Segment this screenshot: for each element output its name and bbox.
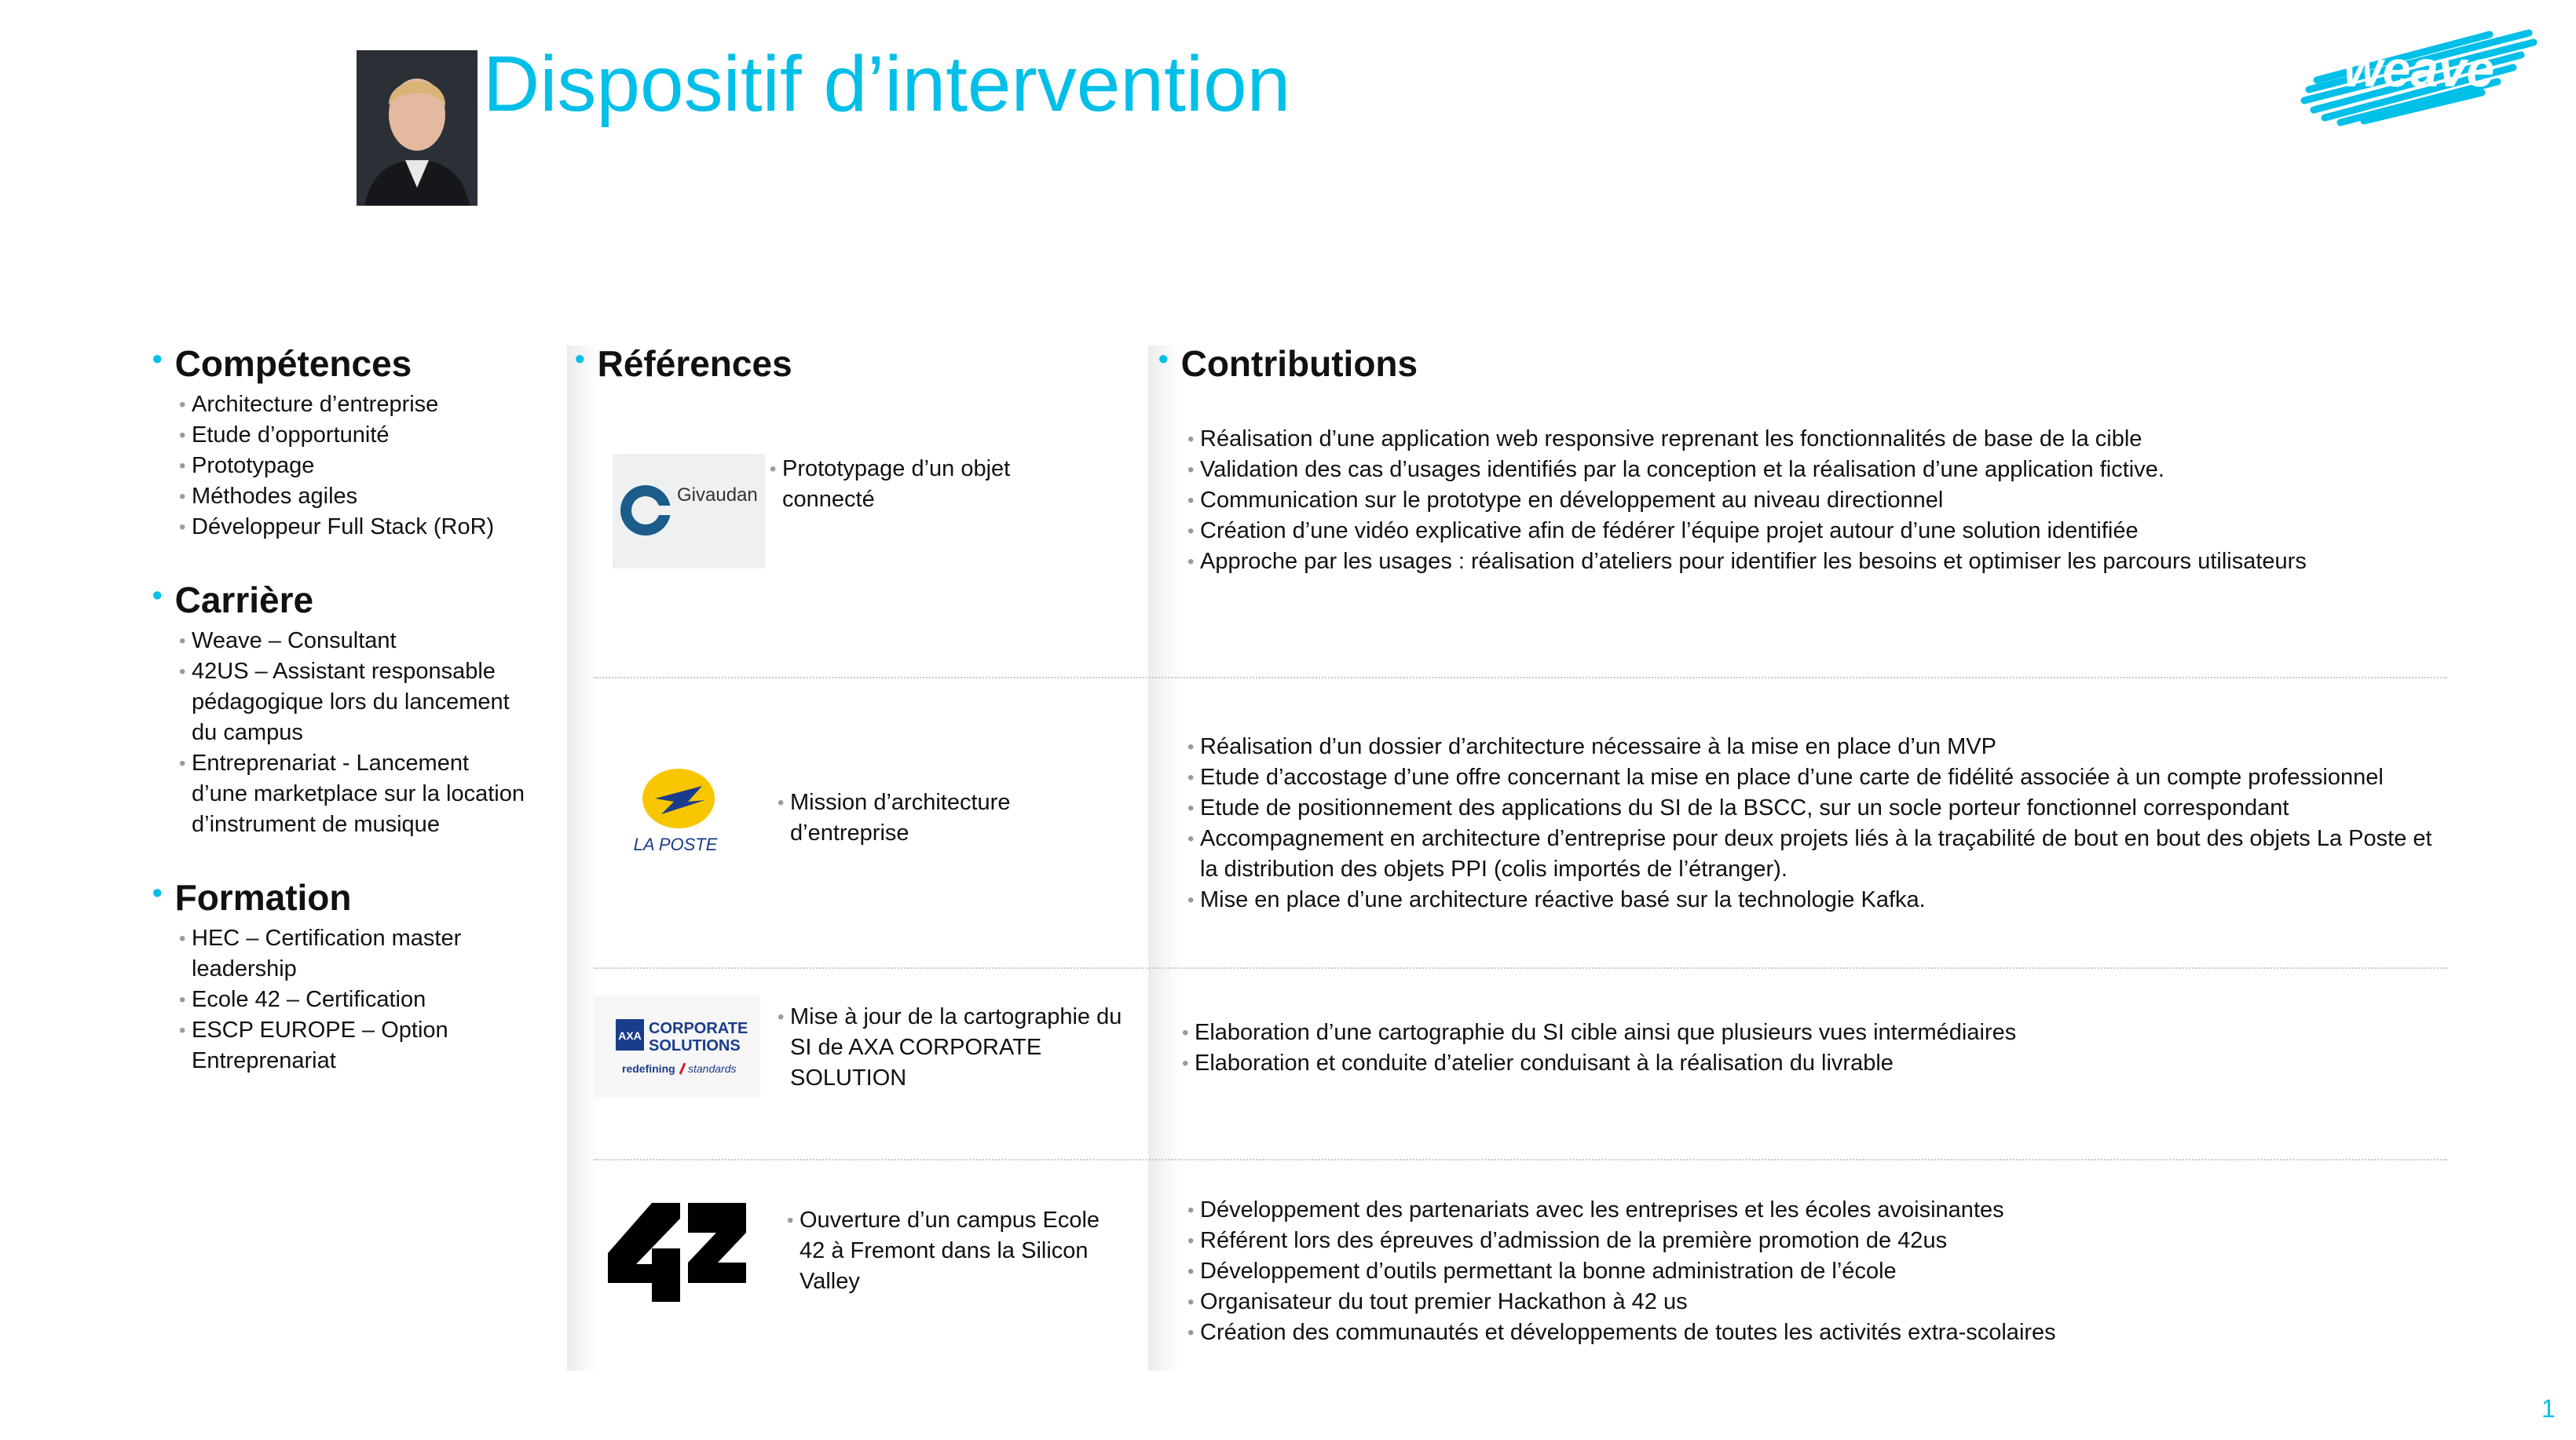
contributions-givaudan: Réalisation d’une application web respon…	[1187, 424, 2428, 577]
list-item: Prototypage	[179, 451, 545, 481]
formation-heading: Formation	[174, 877, 352, 918]
row-separator	[594, 1159, 2447, 1160]
competences-section: • Compétences Architecture d’entreprise E…	[152, 345, 545, 543]
axa-logo-line1: CORPORATE	[649, 1020, 748, 1037]
contributions-header: • Contributions	[1158, 345, 1418, 382]
reference-text: Mission d’architecture d’entreprise	[778, 788, 1060, 849]
list-item: ESCP EUROPE – Option Entreprenariat	[179, 1015, 525, 1076]
list-item: Référent lors des épreuves d’admission d…	[1187, 1226, 2428, 1256]
list-item: Mise en place d’une architecture réactiv…	[1187, 885, 2444, 916]
contributions-42: Développement des partenariats avec les …	[1187, 1195, 2428, 1348]
axa-logo: AXA CORPORATE SOLUTIONS redefining stand…	[594, 996, 760, 1098]
list-item: Etude d’accostage d’une offre concernant…	[1187, 762, 2444, 793]
list-item: Elaboration et conduite d’atelier condui…	[1182, 1048, 2423, 1079]
column-divider	[567, 345, 598, 1371]
list-item: Création d’une vidéo explicative afin de…	[1187, 516, 2428, 546]
bullet-icon: •	[152, 579, 163, 611]
axa-tagline-b: standards	[688, 1062, 736, 1075]
weave-logo-text: weave	[2344, 41, 2494, 97]
reference-text: Mise à jour de la cartographie du SI de …	[778, 1002, 1123, 1094]
carriere-heading: Carrière	[174, 579, 314, 620]
page-title: Dispositif d’intervention	[483, 40, 1291, 128]
list-item: Ecole 42 – Certification	[179, 985, 525, 1015]
axa-brand-text: AXA	[618, 1029, 642, 1042]
list-item: Communication sur le prototype en dévelo…	[1187, 485, 2428, 516]
axa-logo-line2: SOLUTIONS	[649, 1037, 741, 1054]
list-item: Etude d’opportunité	[179, 420, 545, 451]
row-separator	[594, 677, 2447, 678]
reference-axa: Mise à jour de la cartographie du SI de …	[778, 1002, 1123, 1094]
list-item: Développement d’outils permettant la bon…	[1187, 1256, 2428, 1287]
list-item: Elaboration d’une cartographie du SI cib…	[1182, 1018, 2423, 1048]
reference-text: Prototypage d’un objet connecté	[770, 454, 1052, 515]
list-item: Organisateur du tout premier Hackathon à…	[1187, 1287, 2428, 1318]
list-item: HEC – Certification master leadership	[179, 923, 525, 985]
profile-photo	[357, 50, 478, 206]
reference-givaudan: Prototypage d’un objet connecté	[770, 454, 1052, 515]
column-divider	[1148, 345, 1180, 1371]
contributions-axa: Elaboration d’une cartographie du SI cib…	[1182, 1018, 2423, 1079]
reference-42: Ouverture d’un campus Ecole 42 à Fremont…	[787, 1205, 1117, 1297]
list-item: Développeur Full Stack (RoR)	[179, 512, 545, 543]
ecole-42-logo: 42	[606, 1201, 748, 1303]
profile-summary: • Compétences Architecture d’entreprise E…	[152, 345, 545, 1116]
list-item: Méthodes agiles	[179, 481, 545, 512]
list-item: Développement des partenariats avec les …	[1187, 1195, 2428, 1226]
list-item: Architecture d’entreprise	[179, 389, 545, 420]
bullet-icon: •	[575, 342, 585, 375]
contributions-heading: Contributions	[1180, 343, 1418, 384]
list-item: Création des communautés et développemen…	[1187, 1318, 2428, 1348]
formation-section: • Formation HEC – Certification master le…	[152, 879, 545, 1076]
axa-tagline-a: redefining	[622, 1062, 675, 1075]
list-item: Réalisation d’une application web respon…	[1187, 424, 2428, 455]
list-item: Validation des cas d’usages identifiés p…	[1187, 455, 2428, 485]
la-poste-logo-text: LA POSTE	[634, 835, 718, 854]
bullet-icon: •	[1158, 342, 1169, 375]
carriere-section: • Carrière Weave – Consultant 42US – Assi…	[152, 579, 545, 840]
bullet-icon: •	[152, 342, 163, 375]
reference-text: Ouverture d’un campus Ecole 42 à Fremont…	[787, 1205, 1117, 1297]
references-header: • Références	[575, 345, 792, 382]
list-item: Etude de positionnement des applications…	[1187, 793, 2444, 824]
la-poste-logo: LA POSTE	[620, 766, 730, 856]
list-item: 42US – Assistant responsable pédagogique…	[179, 656, 525, 748]
row-separator	[594, 967, 2447, 969]
list-item: Accompagnement en architecture d’entrepr…	[1187, 824, 2444, 885]
page-number: 1	[2541, 1394, 2556, 1423]
carriere-list: Weave – Consultant 42US – Assistant resp…	[179, 626, 525, 840]
bullet-icon: •	[152, 876, 163, 908]
list-item: Weave – Consultant	[179, 626, 525, 656]
references-heading: Références	[597, 343, 792, 384]
givaudan-logo-text: Givaudan	[677, 484, 758, 506]
ecole-42-logo-mark: 42	[606, 1201, 746, 1302]
givaudan-logo: Givaudan	[613, 454, 765, 568]
formation-list: HEC – Certification master leadership Ec…	[179, 923, 525, 1076]
competences-list: Architecture d’entreprise Etude d’opport…	[179, 389, 545, 543]
competences-heading: Compétences	[174, 343, 412, 384]
ecole-42-logo-text: 42	[606, 1201, 608, 1202]
list-item: Réalisation d’un dossier d’architecture …	[1187, 732, 2444, 762]
contributions-la-poste: Réalisation d’un dossier d’architecture …	[1187, 732, 2444, 916]
list-item: Approche par les usages : réalisation d’…	[1187, 546, 2428, 577]
list-item: Entreprenariat - Lancement d’une marketp…	[179, 748, 525, 840]
reference-la-poste: Mission d’architecture d’entreprise	[778, 788, 1060, 849]
weave-logo: weave	[2293, 19, 2545, 129]
